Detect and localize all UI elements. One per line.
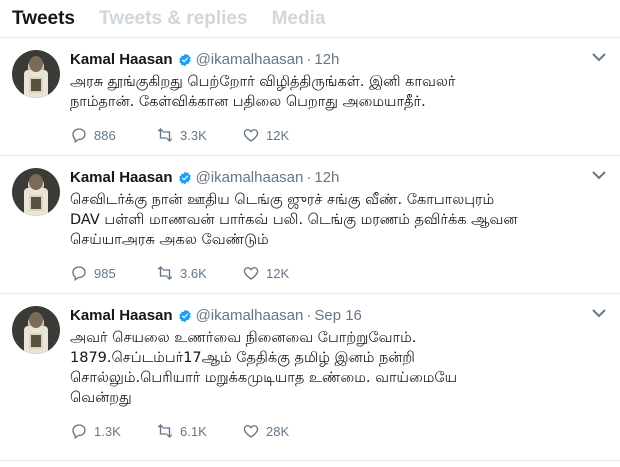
verified-badge-icon — [178, 53, 191, 67]
tweet-actions: 985 3.6K 12K — [70, 264, 582, 282]
tweet-header: Kamal Haasan @ikamalhaasan · 12h — [70, 168, 582, 188]
tweet[interactable]: Kamal Haasan @ikamalhaasan · Sep 16 அவர்… — [0, 294, 620, 461]
reply-count: 886 — [94, 127, 116, 143]
like-count: 12K — [266, 265, 290, 281]
heart-icon — [243, 129, 259, 142]
separator-dot: · — [306, 169, 312, 186]
separator-dot: · — [306, 51, 312, 68]
like-count: 12K — [266, 127, 290, 143]
like-count: 28K — [266, 423, 290, 439]
retweet-icon — [157, 128, 173, 142]
author-handle[interactable]: @ikamalhaasan — [196, 51, 304, 69]
heart-icon — [243, 267, 259, 280]
like-button[interactable]: 12K — [242, 126, 328, 144]
tweet-timestamp[interactable]: Sep 16 — [314, 307, 362, 325]
tweet-text: செவிடர்க்கு நான் ஊதிய டெங்கு ஜுரச் சங்கு… — [70, 192, 518, 248]
reply-icon — [72, 266, 86, 282]
retweet-button[interactable]: 3.3K — [156, 126, 242, 144]
author-handle[interactable]: @ikamalhaasan — [196, 307, 304, 325]
retweet-button[interactable]: 3.6K — [156, 264, 242, 282]
tab-tweets[interactable]: Tweets — [12, 8, 75, 30]
retweet-icon — [157, 266, 173, 280]
author-handle[interactable]: @ikamalhaasan — [196, 169, 304, 187]
reply-button[interactable]: 886 — [70, 126, 156, 144]
chevron-down-icon[interactable] — [592, 308, 606, 318]
reply-icon — [72, 424, 86, 440]
tweet-content: Kamal Haasan @ikamalhaasan · 12h அரசு தூ… — [70, 50, 608, 155]
tweet-content: Kamal Haasan @ikamalhaasan · Sep 16 அவர்… — [70, 306, 608, 460]
author-name[interactable]: Kamal Haasan — [70, 51, 173, 69]
reply-button[interactable]: 1.3K — [70, 422, 156, 440]
like-button[interactable]: 12K — [242, 264, 328, 282]
tweet-header: Kamal Haasan @ikamalhaasan · 12h — [70, 50, 582, 70]
retweet-button[interactable]: 6.1K — [156, 422, 242, 440]
author-name[interactable]: Kamal Haasan — [70, 307, 173, 325]
retweet-icon — [157, 424, 173, 438]
tweet-actions: 886 3.3K 12K — [70, 126, 582, 144]
reply-button[interactable]: 985 — [70, 264, 156, 282]
reply-count: 1.3K — [94, 423, 121, 439]
tweet-header: Kamal Haasan @ikamalhaasan · Sep 16 — [70, 306, 582, 326]
like-button[interactable]: 28K — [242, 422, 328, 440]
chevron-down-icon[interactable] — [592, 52, 606, 62]
verified-badge-icon — [178, 171, 191, 185]
tweet-content: Kamal Haasan @ikamalhaasan · 12h செவிடர்… — [70, 168, 608, 293]
tweet[interactable]: Kamal Haasan @ikamalhaasan · 12h அரசு தூ… — [0, 38, 620, 156]
tweet-timestamp[interactable]: 12h — [314, 169, 339, 187]
retweet-count: 6.1K — [180, 423, 207, 439]
avatar[interactable] — [12, 50, 60, 98]
heart-icon — [243, 425, 259, 438]
tweet-text: அவர் செயலை உணர்வை நினைவை போற்றுவோம். 187… — [70, 330, 458, 406]
tab-tweets-and-replies[interactable]: Tweets & replies — [99, 8, 248, 30]
tweet-text: அரசு தூங்குகிறது பெற்றோர் விழித்திருங்கள… — [70, 74, 456, 110]
avatar[interactable] — [12, 306, 60, 354]
chevron-down-icon[interactable] — [592, 170, 606, 180]
tweet-timestamp[interactable]: 12h — [314, 51, 339, 69]
profile-tabs: Tweets Tweets & replies Media — [0, 0, 620, 38]
retweet-count: 3.3K — [180, 127, 207, 143]
avatar[interactable] — [12, 168, 60, 216]
retweet-count: 3.6K — [180, 265, 207, 281]
tab-media[interactable]: Media — [272, 8, 326, 30]
verified-badge-icon — [178, 309, 191, 323]
tweet[interactable]: Kamal Haasan @ikamalhaasan · 12h செவிடர்… — [0, 156, 620, 294]
tweet-actions: 1.3K 6.1K 28K — [70, 422, 582, 440]
author-name[interactable]: Kamal Haasan — [70, 169, 173, 187]
separator-dot: · — [306, 307, 312, 324]
reply-count: 985 — [94, 265, 116, 281]
reply-icon — [72, 128, 86, 144]
